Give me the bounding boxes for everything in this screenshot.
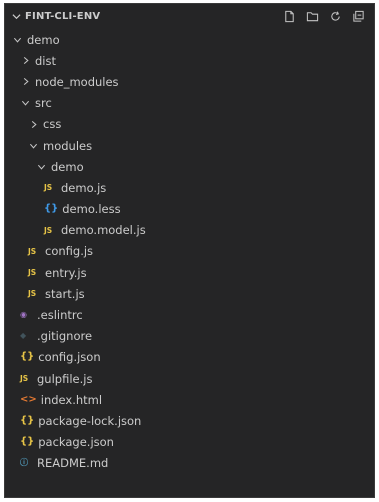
tree-file[interactable]: {} config.json: [5, 347, 374, 368]
tree-item-label: .eslintrc: [37, 308, 83, 323]
tree-folder[interactable]: demo: [5, 29, 374, 50]
new-file-icon[interactable]: [282, 10, 296, 24]
tree-item-label: demo.less: [62, 202, 121, 217]
tree-item-label: demo.model.js: [61, 223, 146, 238]
tree-item-label: config.json: [38, 350, 101, 365]
explorer-header[interactable]: FINT-CLI-ENV: [5, 4, 374, 29]
file-tree: demo dist node_modulessrc css modules demo JS d…: [5, 29, 374, 474]
tree-folder[interactable]: node_modules: [5, 71, 374, 92]
tree-folder[interactable]: demo: [5, 156, 374, 177]
new-folder-icon[interactable]: [305, 10, 319, 24]
tree-item-label: package-lock.json: [38, 413, 142, 428]
tree-item-label: demo: [27, 32, 60, 47]
chevron-right-icon[interactable]: [28, 119, 39, 130]
json-file-icon: {}: [20, 414, 35, 426]
eslint-file-icon: ◉: [20, 310, 27, 320]
tree-file[interactable]: JS start.js: [5, 283, 374, 304]
tree-item-label: css: [43, 117, 62, 132]
info-file-icon: ⓘ: [20, 458, 28, 468]
json-file-icon: {}: [20, 436, 35, 448]
tree-item-label: gulpfile.js: [37, 371, 93, 386]
json-file-icon: {}: [20, 351, 35, 363]
tree-file[interactable]: JS entry.js: [5, 262, 374, 283]
tree-item-label: modules: [43, 138, 93, 153]
tree-item-label: README.md: [37, 456, 109, 471]
chevron-right-icon[interactable]: [20, 76, 31, 87]
javascript-file-icon: JS: [44, 183, 53, 193]
html-file-icon: <>: [20, 393, 37, 405]
tree-item-label: package.json: [38, 435, 114, 450]
tree-file[interactable]: ◉ .eslintrc: [5, 304, 374, 325]
javascript-file-icon: JS: [44, 225, 53, 235]
tree-file[interactable]: ⓘ README.md: [5, 453, 374, 474]
javascript-file-icon: JS: [28, 289, 37, 299]
tree-file[interactable]: JS gulpfile.js: [5, 368, 374, 389]
chevron-down-icon[interactable]: [20, 98, 31, 109]
tree-item-label: start.js: [45, 286, 85, 301]
chevron-down-icon[interactable]: [28, 140, 39, 151]
tree-file[interactable]: JS demo.model.js: [5, 220, 374, 241]
explorer-title: FINT-CLI-ENV: [25, 11, 101, 22]
tree-folder[interactable]: modules: [5, 135, 374, 156]
explorer-actions: [282, 10, 365, 24]
tree-item-label: entry.js: [45, 265, 87, 280]
refresh-icon[interactable]: [328, 10, 342, 24]
tree-item-label: demo.js: [61, 180, 107, 195]
tree-file[interactable]: {} demo.less: [5, 199, 374, 220]
tree-file[interactable]: <> index.html: [5, 389, 374, 410]
tree-file[interactable]: {} package.json: [5, 432, 374, 453]
tree-folder[interactable]: dist: [5, 50, 374, 71]
tree-item-label: src: [35, 96, 52, 111]
tree-folder[interactable]: src: [5, 93, 374, 114]
chevron-down-icon[interactable]: [11, 12, 21, 21]
tree-item-label: dist: [35, 53, 56, 68]
explorer-panel: FINT-CLI-ENV demo dist node_modulessrc css m…: [4, 3, 375, 498]
tree-item-label: config.js: [45, 244, 94, 259]
tree-folder[interactable]: css: [5, 114, 374, 135]
tree-item-label: node_modules: [35, 74, 119, 89]
javascript-file-icon: JS: [20, 373, 29, 383]
chevron-down-icon[interactable]: [36, 161, 47, 172]
tree-item-label: index.html: [40, 392, 103, 407]
collapse-all-icon[interactable]: [351, 10, 365, 24]
tree-file[interactable]: JS config.js: [5, 241, 374, 262]
javascript-file-icon: JS: [28, 246, 37, 256]
tree-item-label: demo: [51, 159, 84, 174]
less-file-icon: {}: [44, 203, 59, 215]
tree-file[interactable]: ◆ .gitignore: [5, 326, 374, 347]
chevron-right-icon[interactable]: [20, 55, 31, 66]
javascript-file-icon: JS: [28, 267, 37, 277]
tree-item-label: .gitignore: [37, 329, 93, 344]
tree-file[interactable]: {} package-lock.json: [5, 410, 374, 431]
git-file-icon: ◆: [20, 331, 27, 341]
tree-file[interactable]: JS demo.js: [5, 177, 374, 198]
chevron-down-icon[interactable]: [12, 34, 23, 45]
